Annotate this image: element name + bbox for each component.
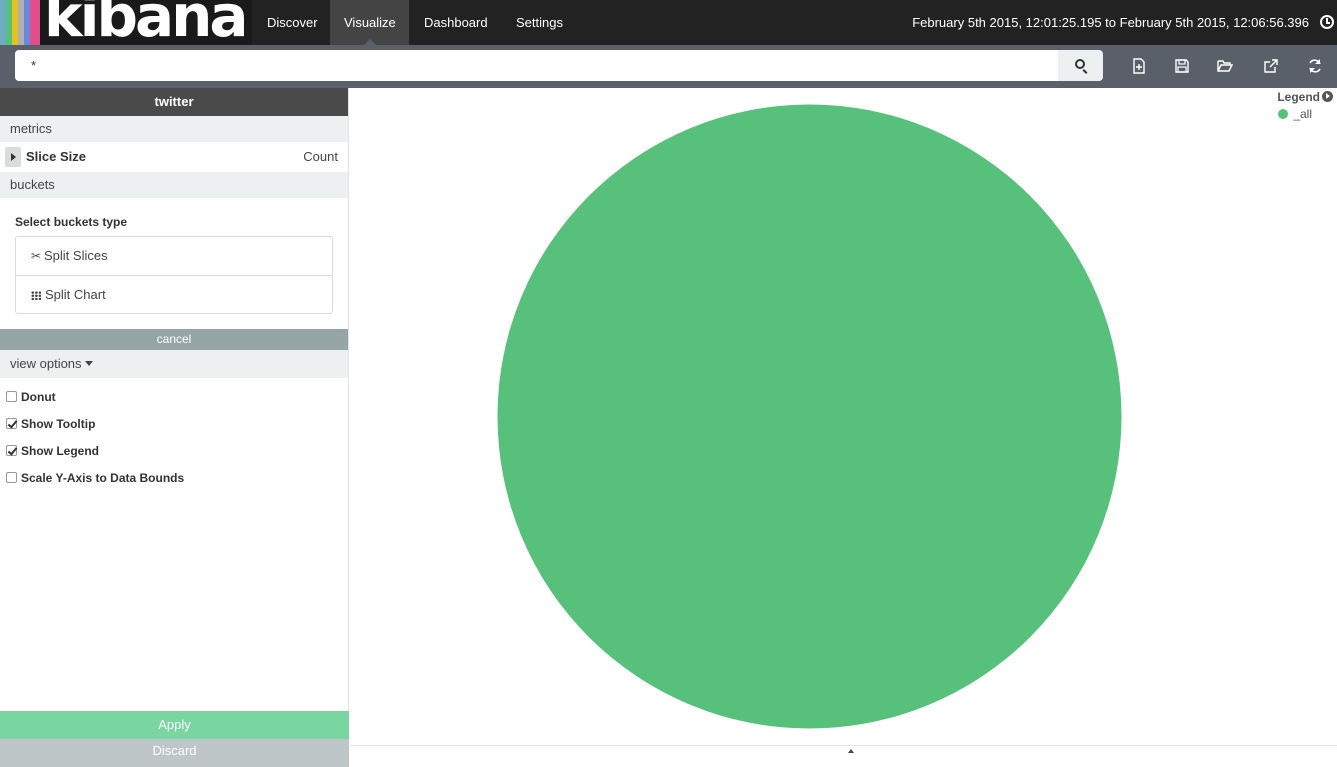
logo-wordmark: kibana	[44, 0, 249, 45]
visualization-area: Legend _all	[350, 88, 1337, 754]
new-visualization-icon[interactable]	[1131, 58, 1147, 74]
discard-button[interactable]: Discard	[0, 739, 349, 767]
option-show-tooltip[interactable]: Show Tooltip	[0, 411, 348, 438]
option-label: Show Tooltip	[21, 417, 96, 431]
search-input[interactable]	[15, 50, 1058, 81]
legend-title: Legend	[1277, 90, 1320, 104]
view-options-toggle[interactable]: view options	[0, 350, 348, 378]
show-legend-checkbox[interactable]	[6, 445, 17, 456]
pie-slice-all[interactable]	[497, 104, 1122, 729]
option-label: Show Legend	[21, 444, 99, 458]
select-buckets-type-label: Select buckets type	[15, 215, 128, 229]
nav-discover[interactable]: Discover	[253, 0, 332, 45]
option-scale-y-axis[interactable]: Scale Y-Axis to Data Bounds	[0, 465, 348, 492]
save-icon[interactable]	[1174, 58, 1190, 74]
search-bar	[0, 45, 1337, 88]
split-slices-option[interactable]: ✂ Split Slices	[16, 237, 332, 275]
view-options-label: view options	[10, 356, 82, 371]
nav-visualize[interactable]: Visualize	[330, 0, 409, 45]
cancel-button[interactable]: cancel	[0, 329, 348, 350]
time-range-picker[interactable]: February 5th 2015, 12:01:25.195 to Febru…	[912, 0, 1309, 45]
metric-slice-size[interactable]: Slice Size Count	[0, 142, 348, 172]
grid-icon	[31, 291, 41, 300]
split-chart-label: Split Chart	[45, 287, 106, 302]
legend-item-all[interactable]: _all	[1278, 107, 1312, 121]
legend-color-dot	[1278, 109, 1289, 119]
buckets-header: buckets	[0, 172, 348, 198]
caret-down-icon	[84, 361, 93, 366]
option-label: Scale Y-Axis to Data Bounds	[21, 471, 185, 485]
vis-editor-sidebar: twitter metrics Slice Size Count buckets…	[0, 88, 349, 767]
index-pattern-title: twitter	[0, 88, 348, 116]
show-tooltip-checkbox[interactable]	[6, 418, 17, 429]
share-icon[interactable]	[1263, 58, 1279, 74]
split-chart-option[interactable]: Split Chart	[16, 275, 332, 313]
option-show-legend[interactable]: Show Legend	[0, 438, 348, 465]
caret-up-icon	[848, 749, 854, 753]
legend-toggle[interactable]: Legend	[1277, 90, 1333, 104]
clock-icon[interactable]	[1320, 15, 1334, 29]
donut-checkbox[interactable]	[6, 391, 17, 402]
arrow-circle-right-icon	[1322, 91, 1333, 102]
open-folder-icon[interactable]	[1217, 58, 1234, 74]
expand-caret-icon[interactable]	[5, 147, 21, 167]
metric-label: Slice Size	[26, 149, 86, 164]
metric-aggregation: Count	[303, 149, 338, 164]
refresh-icon[interactable]	[1307, 58, 1323, 74]
apply-button[interactable]: Apply	[0, 711, 349, 739]
option-label: Donut	[21, 390, 56, 404]
scale-y-axis-checkbox[interactable]	[6, 472, 17, 483]
scissors-icon: ✂	[31, 249, 42, 263]
split-slices-label: Split Slices	[44, 248, 108, 263]
spy-panel-toggle[interactable]	[350, 745, 1337, 754]
nav-dashboard[interactable]: Dashboard	[410, 0, 502, 45]
top-navbar: kibana Discover Visualize Dashboard Sett…	[0, 0, 1337, 45]
pie-chart	[497, 104, 1122, 729]
nav-settings[interactable]: Settings	[502, 0, 577, 45]
legend-item-label: _all	[1293, 107, 1312, 121]
option-donut[interactable]: Donut	[0, 384, 348, 411]
search-button[interactable]	[1058, 50, 1103, 81]
search-icon	[1075, 59, 1085, 69]
metrics-header: metrics	[0, 116, 348, 142]
bucket-type-list: ✂ Split Slices Split Chart	[15, 236, 333, 314]
kibana-logo[interactable]: kibana	[0, 0, 252, 45]
